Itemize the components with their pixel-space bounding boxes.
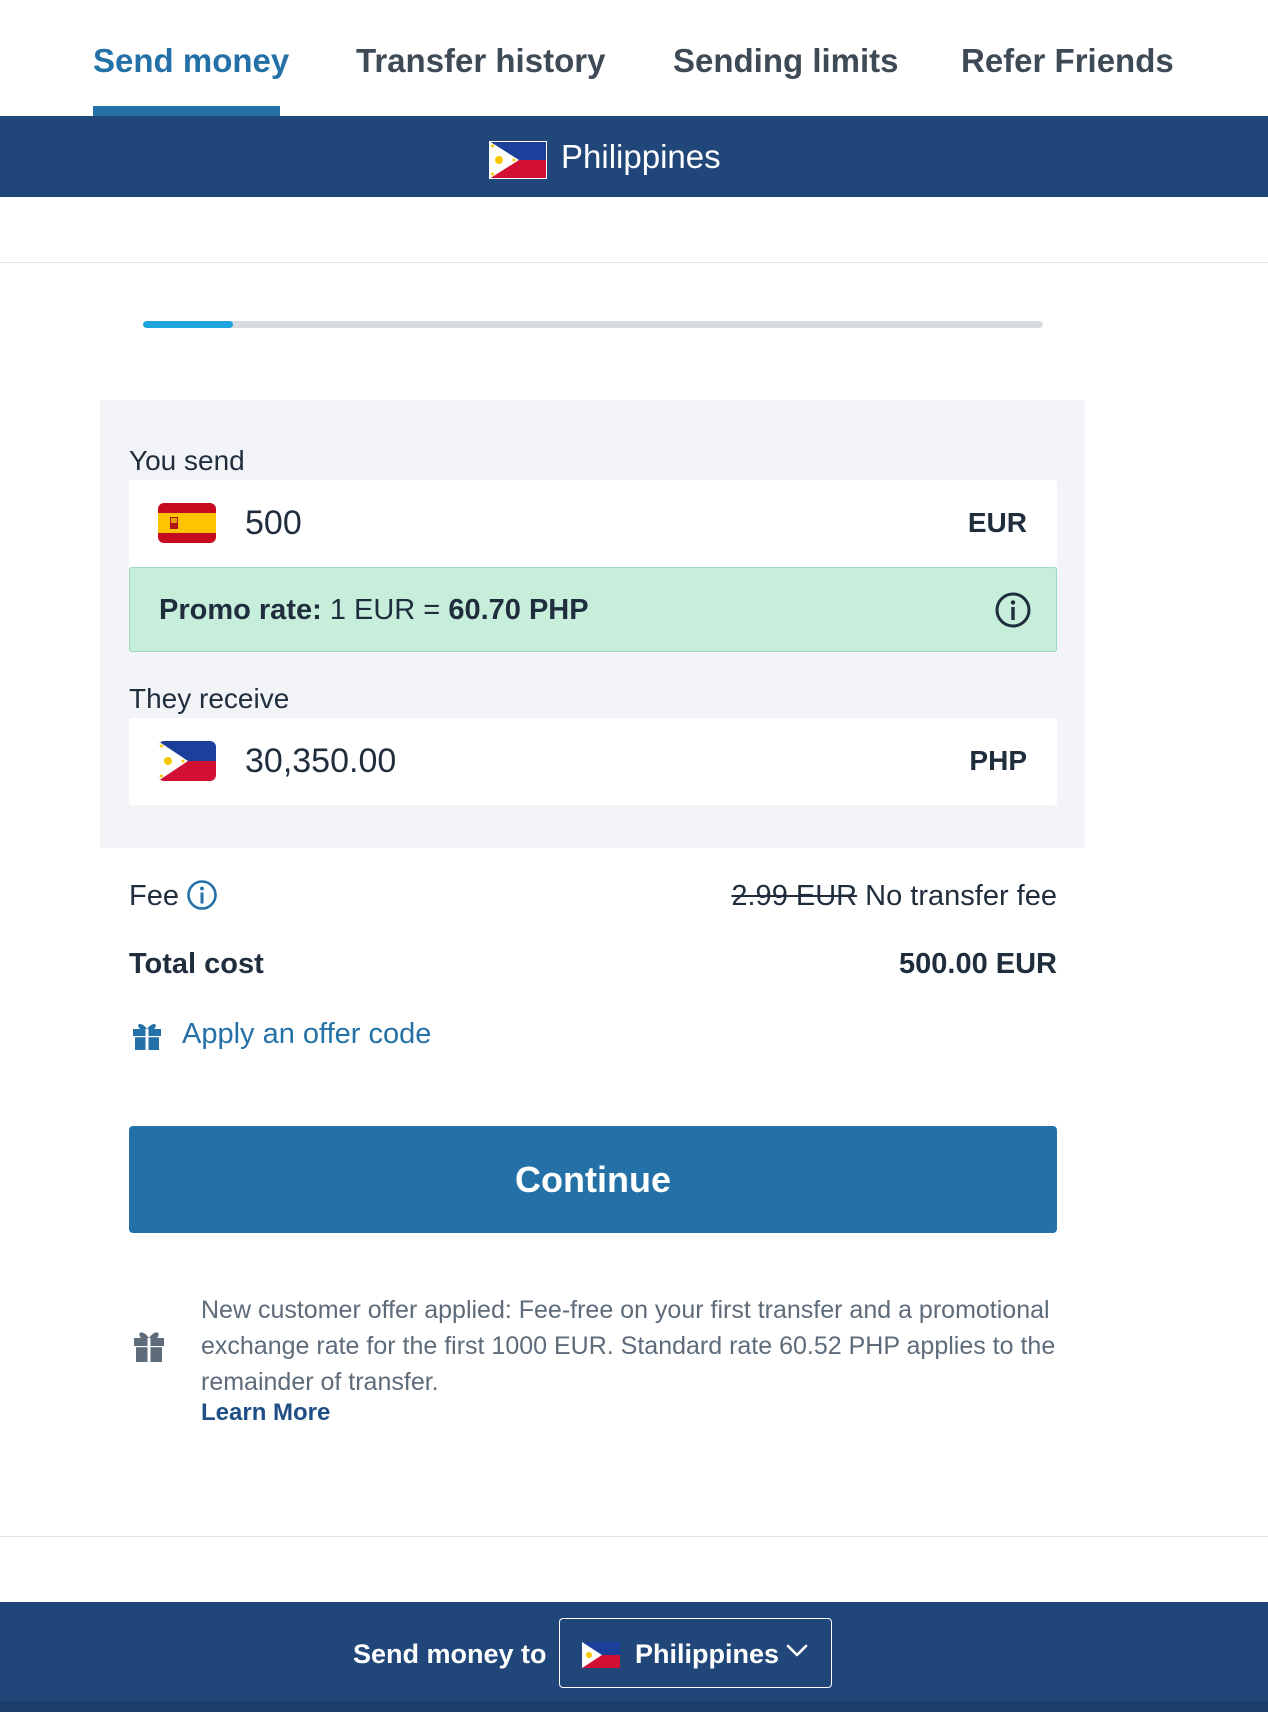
new-customer-offer-text: New customer offer applied: Fee-free on … [201, 1296, 1056, 1396]
progress-bar-fill [143, 321, 233, 328]
learn-more-link[interactable]: Learn More [201, 1399, 330, 1427]
chevron-down-icon [786, 1644, 808, 1657]
footer-strip [0, 1702, 1268, 1712]
tab-sending-limits[interactable]: Sending limits [673, 42, 899, 80]
receive-amount-field[interactable]: PHP [129, 718, 1057, 805]
fee-new-value: No transfer fee [865, 880, 1057, 912]
philippines-flag-icon [582, 1642, 620, 1668]
gift-icon [133, 1024, 161, 1050]
total-cost-label: Total cost [129, 948, 264, 980]
active-tab-indicator [93, 106, 280, 116]
apply-offer-code-text: Apply an offer code [182, 1018, 432, 1050]
info-icon[interactable] [994, 591, 1032, 629]
philippines-flag-icon [158, 741, 216, 781]
fee-value: 2.99 EUR No transfer fee [731, 880, 1057, 913]
tab-send-money[interactable]: Send money [93, 42, 289, 80]
send-money-panel: Send money Transfer history Sending limi… [0, 0, 1268, 1712]
fee-label: Fee [129, 880, 179, 912]
page: Send money Transfer history Sending limi… [0, 0, 1268, 1712]
send-amount-input[interactable] [245, 500, 845, 546]
total-cost-value: 500.00 EUR [899, 948, 1057, 980]
destination-country-banner: Philippines [0, 116, 1268, 197]
send-amount-field[interactable]: EUR [129, 480, 1057, 567]
footer-bar: Send money to Philippines [0, 1602, 1268, 1712]
gift-icon [134, 1332, 164, 1362]
send-money-to-label: Send money to [353, 1639, 547, 1669]
fee-old-value: 2.99 EUR [731, 880, 858, 912]
send-currency-code: EUR [967, 507, 1027, 538]
promo-rate-to: 60.70 PHP [448, 594, 589, 626]
divider [0, 262, 1268, 263]
divider [0, 1536, 1268, 1537]
they-receive-label: They receive [129, 683, 290, 714]
promo-rate-text: Promo rate: 1 EUR = 60.70 PHP [159, 594, 589, 627]
philippines-flag-icon [489, 141, 547, 179]
receive-currency-code: PHP [969, 745, 1027, 776]
country-select[interactable]: Philippines [559, 1618, 832, 1688]
you-send-label: You send [129, 445, 245, 476]
tab-transfer-history[interactable]: Transfer history [356, 42, 605, 80]
continue-button[interactable]: Continue [129, 1126, 1057, 1233]
promo-rate-bar: Promo rate: 1 EUR = 60.70 PHP [129, 567, 1057, 652]
promo-rate-from: 1 EUR = [329, 594, 441, 626]
banner-country-name: Philippines [561, 138, 721, 175]
receive-amount-input[interactable] [245, 738, 845, 784]
progress-bar [143, 321, 1043, 328]
spain-flag-icon [158, 503, 216, 543]
selected-country: Philippines [635, 1639, 780, 1669]
tab-refer-friends[interactable]: Refer Friends [961, 42, 1174, 80]
info-icon[interactable] [186, 879, 218, 911]
tab-bar: Send money Transfer history Sending limi… [0, 0, 1268, 116]
promo-rate-label: Promo rate: [159, 594, 322, 626]
